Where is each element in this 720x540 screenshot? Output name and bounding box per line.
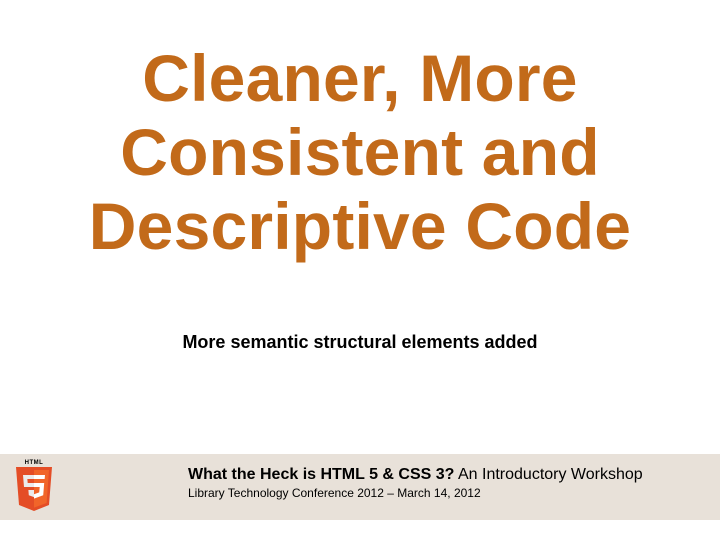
footer-title-line: What the Heck is HTML 5 & CSS 3? An Intr… [188,466,710,484]
html5-shield-icon [14,467,54,511]
slide-title: Cleaner, More Consistent and Descriptive… [0,42,720,264]
slide: Cleaner, More Consistent and Descriptive… [0,0,720,540]
footer-title-bold: What the Heck is HTML 5 & CSS 3? [188,466,454,483]
html5-logo-label: HTML [12,460,56,466]
footer-text: What the Heck is HTML 5 & CSS 3? An Intr… [188,466,710,500]
slide-subtitle: More semantic structural elements added [0,332,720,353]
footer-conference-line: Library Technology Conference 2012 – Mar… [188,486,710,500]
html5-logo: HTML [12,460,56,514]
footer-band: HTML What the Heck is HTML 5 & CSS 3? An… [0,454,720,520]
footer-title-rest: An Introductory Workshop [454,466,642,483]
